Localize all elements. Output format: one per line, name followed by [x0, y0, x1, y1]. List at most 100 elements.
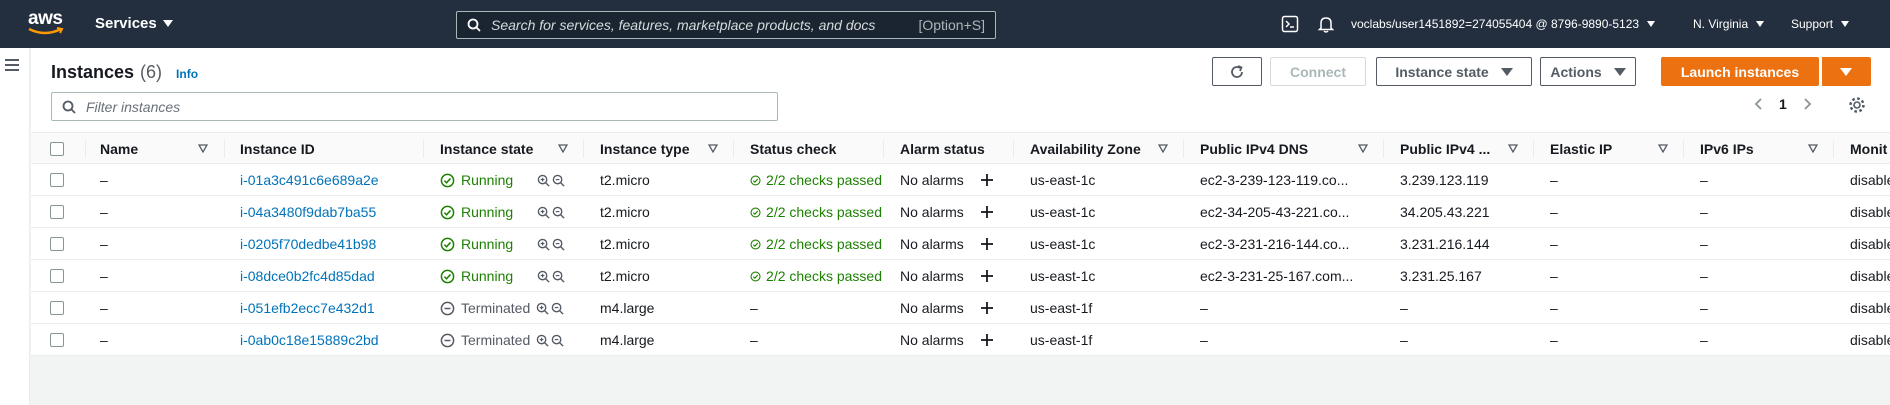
row-select-checkbox[interactable]: [50, 228, 64, 260]
current-page-number[interactable]: 1: [1779, 96, 1787, 112]
zoom-out-icon[interactable]: [552, 270, 565, 283]
column-header-status-check[interactable]: Status check: [750, 133, 870, 165]
zoom-in-icon[interactable]: [537, 270, 550, 283]
zoom-out-icon[interactable]: [551, 334, 564, 347]
checkbox[interactable]: [50, 269, 64, 283]
info-link[interactable]: Info: [176, 67, 198, 81]
zoom-in-icon[interactable]: [536, 302, 549, 315]
cell-instance-id-link[interactable]: i-01a3c491c6e689a2e: [240, 164, 415, 196]
cell-instance-id-link[interactable]: i-0ab0c18e15889c2bd: [240, 324, 415, 356]
launch-instances-button[interactable]: Launch instances: [1661, 57, 1819, 86]
chevron-down-icon: [1756, 21, 1765, 27]
zoom-out-icon[interactable]: [552, 238, 565, 251]
launch-options-dropdown[interactable]: [1821, 57, 1871, 86]
previous-page-icon[interactable]: [1753, 97, 1765, 111]
instance-state-text: Running: [461, 268, 514, 284]
next-page-icon[interactable]: [1801, 97, 1813, 111]
column-separator: [1183, 140, 1184, 158]
row-select-checkbox[interactable]: [50, 292, 64, 324]
row-select-checkbox[interactable]: [50, 260, 64, 292]
refresh-button[interactable]: [1212, 57, 1262, 86]
account-menu[interactable]: voclabs/user1451892=274055404 @ 8796-989…: [1351, 17, 1656, 31]
table-row[interactable]: – i-051efb2ecc7e432d1 Terminated m4.large – N…: [31, 292, 1890, 324]
sort-caret-icon[interactable]: [708, 144, 718, 153]
cell-instance-id-link[interactable]: i-051efb2ecc7e432d1: [240, 292, 415, 324]
table-row[interactable]: – i-04a3480f9dab7ba55 Running t2.micro 2/2 c…: [31, 196, 1890, 228]
cell-public-ipv4: 3.231.216.144: [1400, 236, 1490, 252]
cloudshell-icon[interactable]: [1281, 15, 1299, 33]
checkbox[interactable]: [50, 142, 64, 156]
cell-availability-zone: us-east-1c: [1030, 236, 1096, 252]
cell-monitoring: disable: [1850, 332, 1890, 348]
column-header-elastic-ip[interactable]: Elastic IP: [1550, 133, 1650, 165]
sort-caret-icon[interactable]: [198, 144, 208, 153]
column-header-alarm-status[interactable]: Alarm status: [900, 133, 1020, 165]
column-header-instance-id[interactable]: Instance ID: [240, 133, 360, 165]
zoom-out-icon[interactable]: [552, 174, 565, 187]
cell-alarm-status: No alarms: [900, 196, 1010, 228]
cell-instance-id-link[interactable]: i-0205f70dedbe41b98: [240, 228, 415, 260]
zoom-in-icon[interactable]: [536, 334, 549, 347]
checkbox[interactable]: [50, 301, 64, 315]
cell-instance-id-link[interactable]: i-08dce0b2fc4d85dad: [240, 260, 415, 292]
table-row[interactable]: – i-0ab0c18e15889c2bd Terminated m4.large – N…: [31, 324, 1890, 356]
filter-instances-input[interactable]: Filter instances: [51, 92, 778, 121]
menu-hamburger-icon[interactable]: [4, 58, 20, 72]
column-header-ipv6-ips[interactable]: IPv6 IPs: [1700, 133, 1800, 165]
global-search-input[interactable]: Search for services, features, marketpla…: [456, 11, 996, 39]
connect-button[interactable]: Connect: [1270, 57, 1366, 86]
column-header-public-ipv4-dns[interactable]: Public IPv4 DNS: [1200, 133, 1350, 165]
add-alarm-plus-icon[interactable]: [980, 205, 994, 219]
zoom-in-icon[interactable]: [537, 238, 550, 251]
zoom-in-icon[interactable]: [537, 206, 550, 219]
column-header-instance-type[interactable]: Instance type: [600, 133, 710, 165]
add-alarm-plus-icon[interactable]: [980, 173, 994, 187]
table-row[interactable]: – i-08dce0b2fc4d85dad Running t2.micro 2/2 c…: [31, 260, 1890, 292]
cell-instance-state: Running: [440, 260, 580, 292]
cell-elastic-ip: –: [1550, 268, 1558, 284]
zoom-out-icon[interactable]: [551, 302, 564, 315]
table-row[interactable]: – i-0205f70dedbe41b98 Running t2.micro 2/2 c…: [31, 228, 1890, 260]
column-header-availability-zone[interactable]: Availability Zone: [1030, 133, 1160, 165]
column-header-public-ipv4[interactable]: Public IPv4 ...: [1400, 133, 1510, 165]
checkbox[interactable]: [50, 205, 64, 219]
success-check-icon: [440, 237, 455, 251]
cell-name: –: [100, 204, 108, 220]
checkbox[interactable]: [50, 333, 64, 347]
actions-button[interactable]: Actions: [1540, 57, 1636, 86]
services-menu-button[interactable]: Services: [95, 15, 173, 32]
checkbox[interactable]: [50, 237, 64, 251]
cell-alarm-status: No alarms: [900, 260, 1010, 292]
row-select-checkbox[interactable]: [50, 164, 64, 196]
table-row[interactable]: – i-01a3c491c6e689a2e Running t2.micro 2/2 c…: [31, 164, 1890, 196]
add-alarm-plus-icon[interactable]: [980, 301, 994, 315]
region-selector[interactable]: N. Virginia: [1693, 17, 1765, 31]
cell-instance-id-link[interactable]: i-04a3480f9dab7ba55: [240, 196, 415, 228]
checkbox[interactable]: [50, 173, 64, 187]
sort-caret-icon[interactable]: [558, 144, 568, 153]
instance-state-button[interactable]: Instance state: [1376, 57, 1532, 86]
row-select-checkbox[interactable]: [50, 324, 64, 356]
support-menu[interactable]: Support: [1791, 17, 1850, 31]
table-preferences-gear-icon[interactable]: [1848, 96, 1866, 114]
add-alarm-plus-icon[interactable]: [980, 333, 994, 347]
add-alarm-plus-icon[interactable]: [980, 269, 994, 283]
cell-public-ipv4-dns: –: [1200, 300, 1208, 316]
sort-caret-icon[interactable]: [1508, 144, 1518, 153]
row-select-checkbox[interactable]: [50, 196, 64, 228]
sort-caret-icon[interactable]: [1358, 144, 1368, 153]
pagination: 1: [1753, 96, 1813, 112]
sort-caret-icon[interactable]: [1658, 144, 1668, 153]
sort-caret-icon[interactable]: [1808, 144, 1818, 153]
zoom-in-icon[interactable]: [537, 174, 550, 187]
add-alarm-plus-icon[interactable]: [980, 237, 994, 251]
column-header-name[interactable]: Name: [100, 133, 180, 165]
column-header-instance-state[interactable]: Instance state: [440, 133, 550, 165]
aws-logo[interactable]: aws: [28, 9, 68, 38]
column-header-monitoring[interactable]: Monit: [1850, 133, 1890, 165]
notifications-bell-icon[interactable]: [1317, 15, 1335, 33]
select-all-checkbox[interactable]: [50, 133, 64, 165]
cell-ipv6-ips: –: [1700, 332, 1708, 348]
sort-caret-icon[interactable]: [1158, 144, 1168, 153]
zoom-out-icon[interactable]: [552, 206, 565, 219]
